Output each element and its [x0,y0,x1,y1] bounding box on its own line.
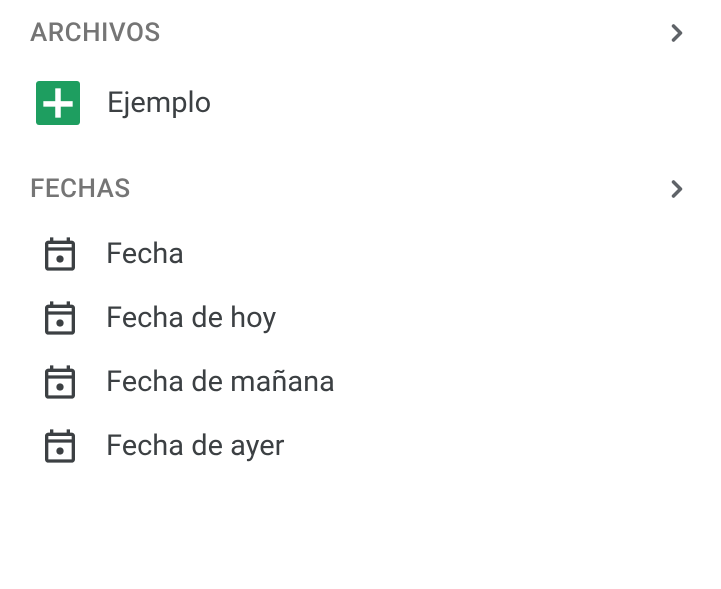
files-section-header[interactable]: ARCHIVOS [0,0,721,66]
date-item-manana[interactable]: Fecha de mañana [0,350,721,414]
date-item-fecha[interactable]: Fecha [0,222,721,286]
calendar-icon [40,362,80,402]
dates-section-title: FECHAS [30,174,131,204]
file-item-ejemplo[interactable]: Ejemplo [0,66,721,140]
date-item-label: Fecha [106,237,184,271]
date-item-ayer[interactable]: Fecha de ayer [0,414,721,478]
date-item-label: Fecha de hoy [106,301,276,335]
date-item-label: Fecha de mañana [106,365,335,399]
chevron-right-icon [663,175,691,203]
chevron-right-icon [663,19,691,47]
calendar-icon [40,298,80,338]
calendar-icon [40,426,80,466]
calendar-icon [40,234,80,274]
files-section-title: ARCHIVOS [30,18,161,48]
dates-section-header[interactable]: FECHAS [0,156,721,222]
date-item-label: Fecha de ayer [106,429,284,463]
file-item-label: Ejemplo [107,86,211,120]
date-item-hoy[interactable]: Fecha de hoy [0,286,721,350]
spreadsheet-icon [35,80,81,126]
